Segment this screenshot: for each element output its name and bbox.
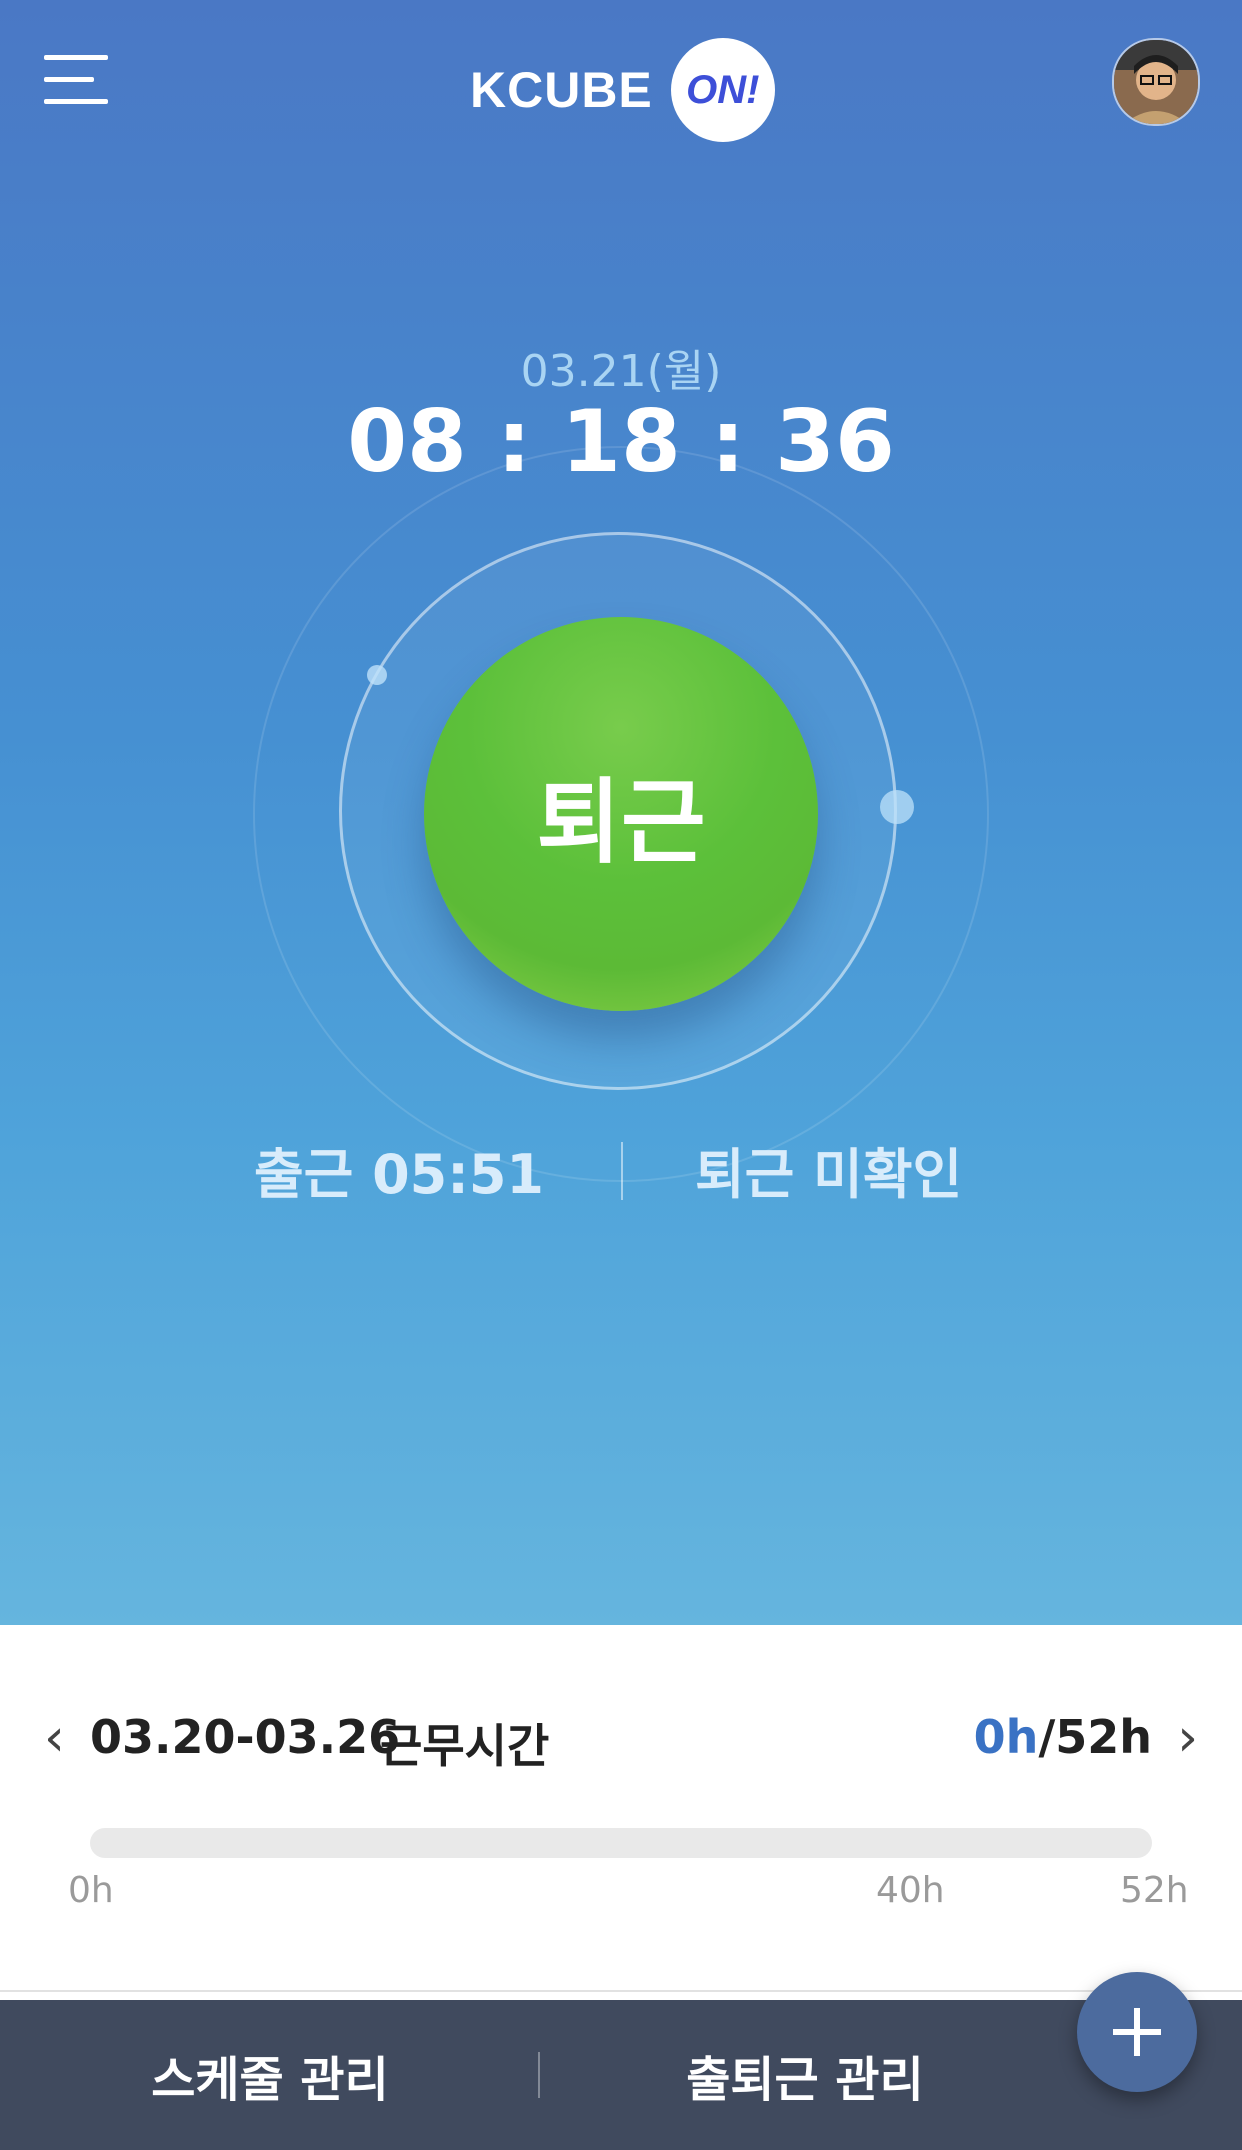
hero-section: KCUBE ON! 03.21(월) 08 : 18 : 36 퇴근 출근 05… xyxy=(0,0,1242,1625)
logo-text: KCUBE xyxy=(470,62,653,118)
bottom-nav: 스케줄 관리 출퇴근 관리 xyxy=(0,2000,1242,2150)
work-hours-label: 근무시간 xyxy=(380,1719,550,1773)
check-in-time: 출근 05:51 xyxy=(253,1143,544,1206)
attendance-summary: 출근 05:51 퇴근 미확인 xyxy=(0,1130,1242,1210)
tick-label: 0h xyxy=(68,1870,114,1911)
checkout-button-label: 퇴근 xyxy=(536,768,706,876)
logo-badge: ON! xyxy=(670,38,775,142)
checkout-button[interactable]: 퇴근 xyxy=(424,617,818,1011)
menu-button[interactable] xyxy=(44,55,108,105)
plus-icon xyxy=(1113,2008,1161,2056)
work-week-header: ‹ 03.20-03.26 근무시간 0h/52h › xyxy=(0,1700,1242,1773)
tick-label: 40h xyxy=(876,1870,945,1911)
ring-start-marker xyxy=(367,665,387,685)
app-logo: KCUBE ON! xyxy=(470,38,775,142)
work-hours-progress-bar xyxy=(90,1828,1152,1858)
hamburger-icon xyxy=(44,55,108,60)
check-out-status: 퇴근 미확인 xyxy=(695,1143,963,1206)
current-hours: 0h xyxy=(973,1710,1039,1764)
add-button[interactable] xyxy=(1077,1972,1197,2092)
work-hours-value: 0h/52h xyxy=(974,1710,1152,1764)
summary-divider xyxy=(621,1142,623,1200)
user-avatar[interactable] xyxy=(1112,38,1200,126)
total-hours: /52h xyxy=(1038,1710,1152,1764)
tick-label: 52h xyxy=(1120,1870,1189,1911)
schedule-management-label: 스케줄 관리 xyxy=(151,2052,389,2108)
ring-current-marker xyxy=(880,790,914,824)
week-range: 03.20-03.26 xyxy=(90,1710,401,1764)
attendance-management-tab[interactable]: 출퇴근 관리 xyxy=(540,2000,1070,2150)
hamburger-icon-line xyxy=(44,77,94,82)
schedule-management-tab[interactable]: 스케줄 관리 xyxy=(0,2000,540,2150)
avatar-photo-icon xyxy=(1114,40,1198,124)
next-week-chevron-icon[interactable]: › xyxy=(1177,1708,1198,1768)
attendance-management-label: 출퇴근 관리 xyxy=(686,2052,924,2108)
section-divider xyxy=(0,1990,1242,1992)
current-date: 03.21(월) xyxy=(520,346,722,397)
prev-week-chevron-icon[interactable]: ‹ xyxy=(44,1708,65,1768)
hamburger-icon-line xyxy=(44,99,108,104)
